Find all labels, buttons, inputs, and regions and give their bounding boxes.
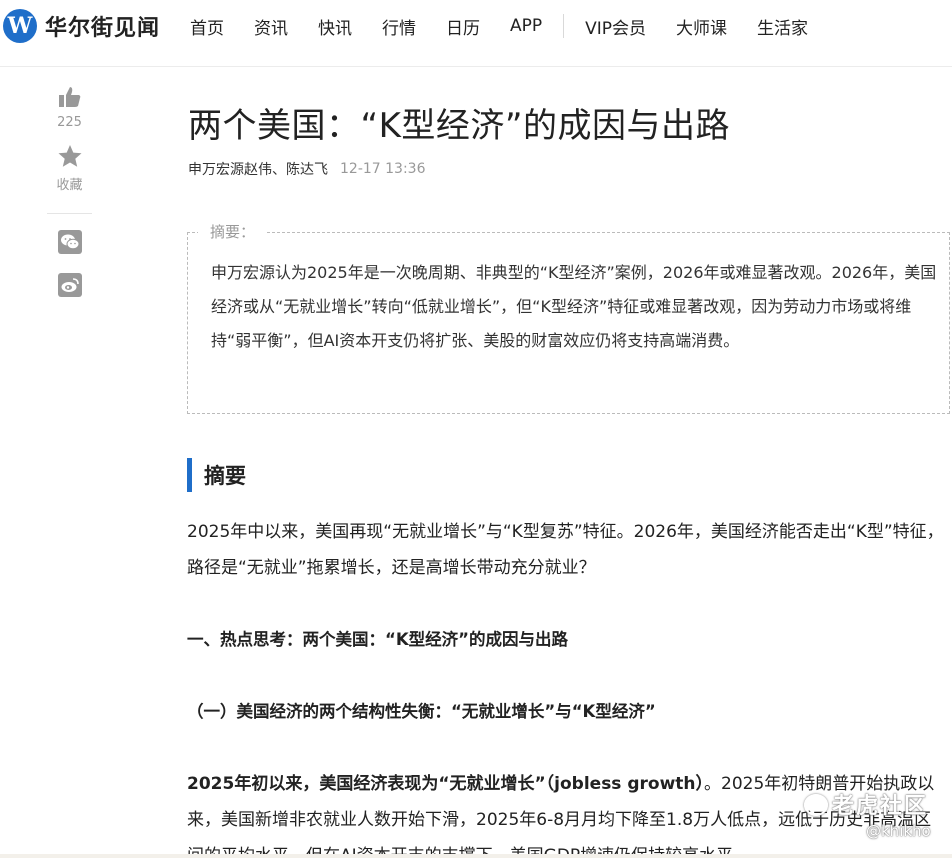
body-heading-1: 一、热点思考：两个美国：“K型经济”的成因与出路 — [187, 630, 568, 649]
top-navbar: W 华尔街见闻 首页 资讯 快讯 行情 日历 APP VIP会员 大师课 生活家 — [0, 0, 952, 52]
share-rail: 225 收藏 — [47, 85, 92, 316]
section-title: 摘要 — [204, 464, 246, 488]
share-wechat-button[interactable] — [47, 230, 92, 273]
article-header: 两个美国：“K型经济”的成因与出路 申万宏源赵伟、陈达飞 12-17 13:36 — [188, 100, 952, 179]
nav-item-flash[interactable]: 快讯 — [303, 14, 367, 39]
nav-item-news[interactable]: 资讯 — [239, 14, 303, 39]
body-paragraph-1: 2025年中以来，美国再现“无就业增长”与“K型复苏”特征。2026年，美国经济… — [187, 522, 944, 578]
main-nav: 首页 资讯 快讯 行情 日历 APP VIP会员 大师课 生活家 — [175, 0, 823, 52]
body-paragraph-2-lead: 2025年初以来，美国经济表现为“无就业增长”（jobless growth） — [187, 774, 705, 794]
nav-divider — [563, 14, 565, 38]
section-heading: 摘要 — [187, 458, 246, 492]
section-accent-bar — [187, 458, 192, 492]
like-icon — [58, 85, 82, 113]
share-weibo-button[interactable] — [47, 273, 92, 316]
wechat-icon — [57, 230, 82, 254]
article-authors[interactable]: 申万宏源赵伟、陈达飞 — [188, 159, 328, 179]
watermark: 老虎社区 @khikho — [800, 786, 950, 848]
watermark-logo-icon — [804, 794, 828, 816]
header-divider — [0, 66, 952, 67]
nav-item-app[interactable]: APP — [495, 16, 557, 36]
like-button[interactable]: 225 — [47, 85, 92, 130]
watermark-text: 老虎社区 — [832, 794, 929, 819]
logo-text: 华尔街见闻 — [45, 15, 161, 41]
nav-item-home[interactable]: 首页 — [175, 14, 239, 39]
rail-divider — [47, 213, 92, 214]
summary-text: 申万宏源认为2025年是一次晚周期、非典型的“K型经济”案例，2026年或难显著… — [211, 263, 937, 350]
nav-item-masterclass[interactable]: 大师课 — [661, 14, 742, 39]
summary-label: 摘要： — [198, 221, 268, 242]
like-count: 225 — [57, 115, 82, 130]
article-title: 两个美国：“K型经济”的成因与出路 — [188, 106, 731, 146]
collect-button[interactable]: 收藏 — [47, 144, 92, 193]
watermark-user: @khikho — [866, 822, 931, 840]
body-heading-2: （一）美国经济的两个结构性失衡：“无就业增长”与“K型经济” — [187, 702, 656, 721]
summary-box: 摘要： 申万宏源认为2025年是一次晚周期、非典型的“K型经济”案例，2026年… — [187, 221, 950, 414]
article-meta: 申万宏源赵伟、陈达飞 12-17 13:36 — [188, 159, 952, 179]
nav-item-lifestyle[interactable]: 生活家 — [742, 14, 823, 39]
weibo-icon — [57, 273, 82, 297]
nav-item-calendar[interactable]: 日历 — [431, 14, 495, 39]
article-time: 12-17 13:36 — [340, 161, 426, 177]
logo-mark: W — [3, 9, 37, 43]
collect-label: 收藏 — [56, 178, 83, 193]
bottom-strip — [0, 854, 952, 858]
nav-item-markets[interactable]: 行情 — [367, 14, 431, 39]
site-logo[interactable]: W 华尔街见闻 — [3, 9, 160, 43]
nav-item-vip[interactable]: VIP会员 — [570, 14, 661, 39]
star-icon — [57, 144, 83, 172]
